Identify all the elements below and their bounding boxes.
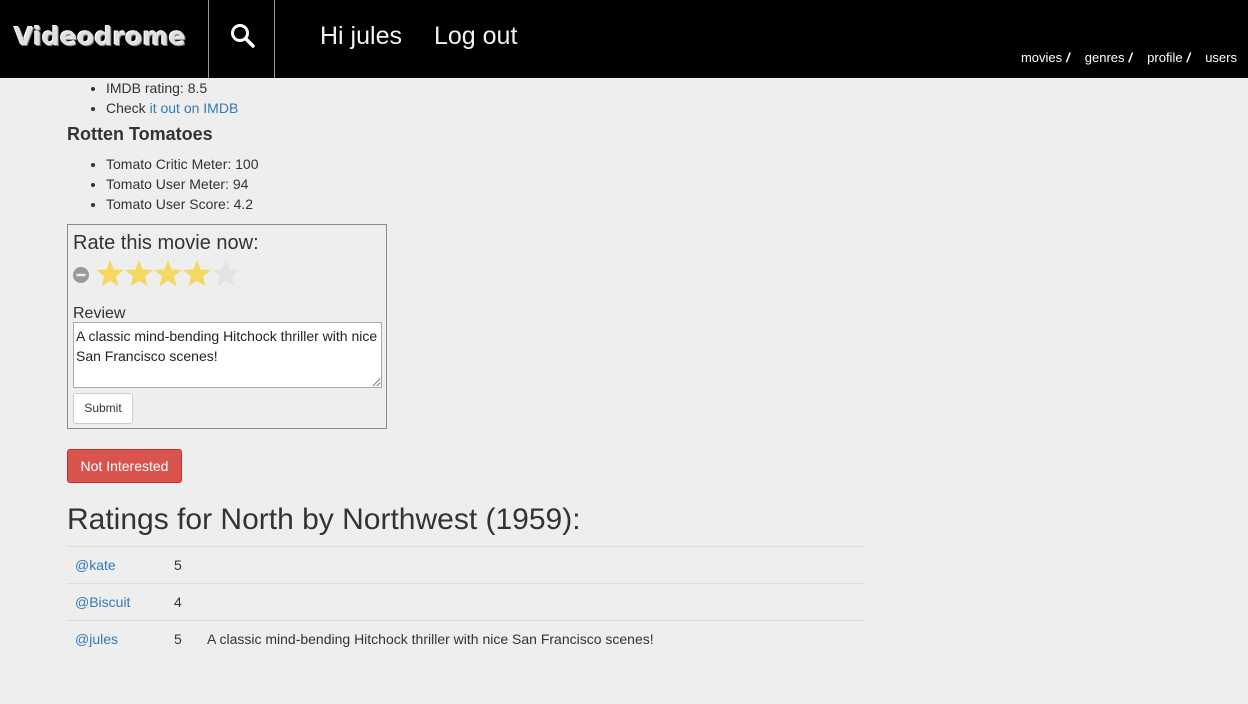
top-nav-links: movies / genres / profile / users bbox=[1006, 50, 1237, 65]
rating-score: 4 bbox=[166, 583, 199, 621]
star-icon[interactable] bbox=[124, 259, 154, 289]
rotten-tomatoes-list: Tomato Critic Meter: 100 Tomato User Met… bbox=[67, 154, 259, 214]
rating-user-link[interactable]: @jules bbox=[75, 631, 118, 647]
top-navbar: Videodrome Hi jules Log out movies / genr… bbox=[0, 0, 1248, 78]
logout-link[interactable]: Log out bbox=[434, 22, 517, 51]
search-icon bbox=[231, 24, 255, 48]
submit-button[interactable]: Submit bbox=[73, 393, 133, 424]
star-icon[interactable] bbox=[182, 259, 212, 289]
rate-movie-form: Rate this movie now: Review A classic mi… bbox=[67, 224, 387, 429]
ratings-table: @kate 5 @Biscuit 4 @jules 5 A classic mi… bbox=[67, 546, 865, 658]
imdb-check-item: Check it out on IMDB bbox=[106, 98, 867, 118]
tomato-critic-meter: Tomato Critic Meter: 100 bbox=[106, 154, 259, 174]
ratings-heading: Ratings for North by Northwest (1959): bbox=[67, 503, 581, 536]
nav-link-movies[interactable]: movies bbox=[1021, 50, 1062, 65]
imdb-check-prefix: Check bbox=[106, 100, 150, 116]
imdb-list: IMDB rating: 8.5 Check it out on IMDB bbox=[67, 78, 867, 118]
movie-details: IMDB rating: 8.5 Check it out on IMDB bbox=[67, 78, 867, 118]
nav-link-profile[interactable]: profile bbox=[1147, 50, 1182, 65]
nav-link-genres[interactable]: genres bbox=[1085, 50, 1125, 65]
rating-review: A classic mind-bending Hitchock thriller… bbox=[199, 620, 865, 658]
rating-review bbox=[199, 546, 865, 584]
table-row: @jules 5 A classic mind-bending Hitchock… bbox=[67, 620, 865, 658]
nav-link-users[interactable]: users bbox=[1205, 50, 1237, 65]
rating-score: 5 bbox=[166, 546, 199, 584]
user-greeting: Hi jules bbox=[320, 22, 402, 50]
review-textarea[interactable]: A classic mind-bending Hitchock thriller… bbox=[73, 322, 382, 388]
not-interested-button[interactable]: Not Interested bbox=[67, 449, 182, 483]
tomato-user-score: Tomato User Score: 4.2 bbox=[106, 194, 259, 214]
rating-review bbox=[199, 583, 865, 621]
rating-score: 5 bbox=[166, 620, 199, 658]
rotten-tomatoes-section: Tomato Critic Meter: 100 Tomato User Met… bbox=[67, 154, 259, 214]
star-rating[interactable] bbox=[95, 259, 240, 289]
star-icon[interactable] bbox=[153, 259, 183, 289]
tomato-user-meter: Tomato User Meter: 94 bbox=[106, 174, 259, 194]
rate-form-title: Rate this movie now: bbox=[73, 232, 259, 254]
table-row: @kate 5 bbox=[67, 546, 865, 584]
rotten-tomatoes-heading: Rotten Tomatoes bbox=[67, 124, 213, 144]
rating-user-link[interactable]: @Biscuit bbox=[75, 594, 130, 610]
search-button[interactable] bbox=[208, 0, 275, 78]
brand-logo[interactable]: Videodrome bbox=[14, 22, 186, 51]
cancel-rating-icon[interactable] bbox=[73, 267, 89, 283]
rating-user-link[interactable]: @kate bbox=[75, 557, 116, 573]
star-icon[interactable] bbox=[211, 259, 241, 289]
review-label: Review bbox=[73, 305, 126, 322]
imdb-link[interactable]: it out on IMDB bbox=[150, 100, 239, 116]
table-row: @Biscuit 4 bbox=[67, 583, 865, 621]
star-icon[interactable] bbox=[95, 259, 125, 289]
imdb-rating: IMDB rating: 8.5 bbox=[106, 78, 867, 98]
